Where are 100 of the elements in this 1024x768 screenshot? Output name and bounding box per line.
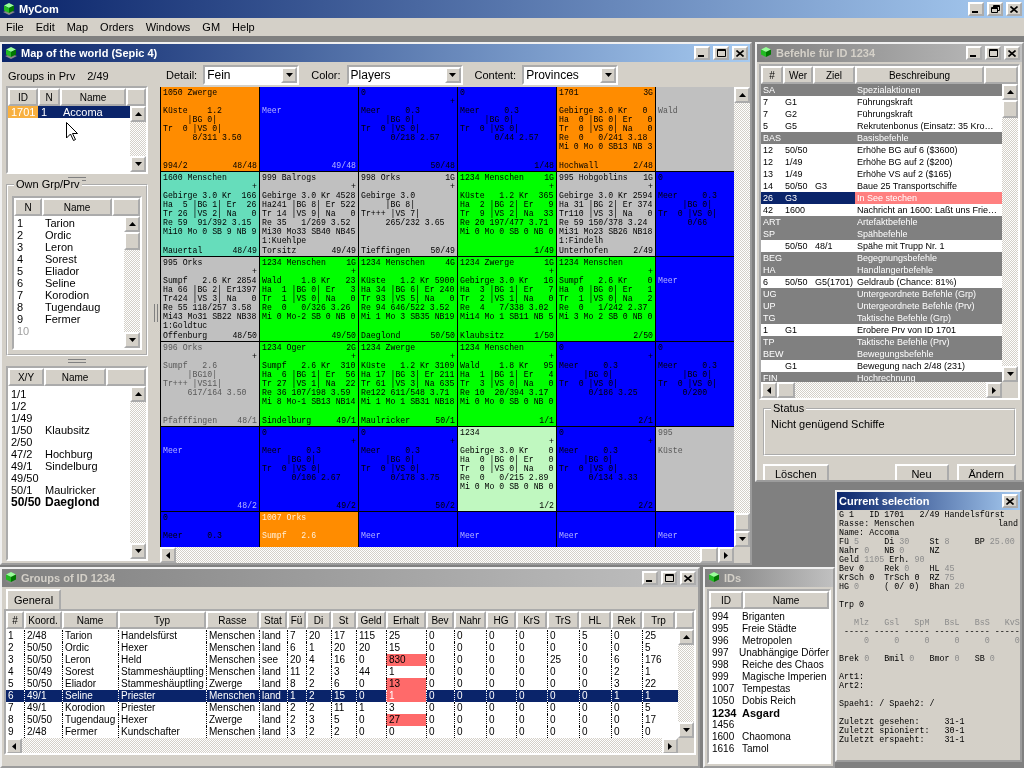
menu-item[interactable]: File — [0, 18, 30, 36]
map-tile[interactable]: Meer — [359, 512, 457, 547]
map-tile[interactable]: 1701 3G Gebirge 3.0 Kr 0 Ha 0 |BG 0| Er 0 Tr 0 |VS 0| Na 0 Re 0 0/241 3.18 Mi 0 Mo 0 SB13 NB 3 Hochwall 2/48 — [557, 87, 655, 171]
maximize-button[interactable] — [713, 46, 729, 60]
scroll-thumb[interactable] — [1002, 100, 1018, 118]
scroll-right-button[interactable] — [986, 382, 1002, 398]
column-header[interactable]: N — [38, 88, 60, 106]
table-cell[interactable]: 1/49 — [783, 168, 813, 180]
minimize-button[interactable] — [966, 46, 982, 60]
table-cell[interactable]: 26 — [761, 192, 783, 204]
map-tile[interactable]: Meer — [656, 512, 734, 547]
table-cell[interactable]: G2 — [783, 108, 813, 120]
tab[interactable]: General — [6, 589, 62, 609]
restore-button[interactable] — [987, 2, 1003, 16]
table-cell[interactable]: Nachricht an 1600: Laßt uns Frie… — [855, 204, 1002, 216]
table-cell[interactable]: G5 — [783, 120, 813, 132]
table-cell[interactable]: Erobere Prv von ID 1701 — [855, 324, 1002, 336]
map-tile[interactable]: 995 Orks + Sumpf 2.6 Kr 2854 Ha 66 |BG 2| Er1397 Tr424 |VS 3| Na 0 Re 55 118/257 3.58 Mi43 Mo31 SB22 NB38 1:Goldtuc Offenburg 48/50 — [161, 257, 259, 341]
map-tile[interactable]: 995 Küste — [656, 427, 734, 511]
close-button[interactable] — [680, 571, 696, 585]
column-header[interactable]: ID — [8, 88, 38, 106]
table-cell[interactable]: G1 — [783, 324, 813, 336]
scroll-up-button[interactable] — [124, 216, 140, 232]
map-tile[interactable]: 996 Orks + Sumpf 2.6 |BG10| Tr+++ |VS11| 617/164 3.50 Pfafffingen 48/1 — [161, 342, 259, 426]
scroll-thumb[interactable] — [700, 547, 718, 563]
table-cell[interactable]: 12 — [761, 156, 783, 168]
table-cell[interactable]: Erhöhe VS auf 2 ($165) — [855, 168, 1002, 180]
minimize-button[interactable] — [968, 2, 984, 16]
table-cell[interactable]: G5(1701) — [813, 276, 855, 288]
column-header[interactable]: Koord. — [24, 611, 62, 629]
table-cell[interactable]: Geldraub (Chance: 81%) — [855, 276, 1002, 288]
minimize-button[interactable] — [694, 46, 710, 60]
close-button[interactable] — [1004, 46, 1020, 60]
scroll-right-button[interactable] — [718, 547, 734, 563]
maximize-button[interactable] — [985, 46, 1001, 60]
table-cell[interactable]: Führungskraft — [855, 108, 1002, 120]
list-row[interactable]: 1701 1 Accoma — [8, 106, 130, 118]
scroll-down-button[interactable] — [130, 156, 146, 172]
scroll-left-button[interactable] — [160, 547, 176, 563]
column-header[interactable]: Rasse — [206, 611, 259, 629]
scroll-up-button[interactable] — [1002, 84, 1018, 100]
map-tile[interactable]: Wald — [656, 87, 734, 171]
column-header[interactable]: KrS — [516, 611, 547, 629]
column-header[interactable]: St — [331, 611, 356, 629]
table-cell[interactable]: 42 — [761, 204, 783, 216]
map-tile[interactable]: 1234 Menschen + Wald 1.8 Kr 95 Ha 1 |BG 1| Er 4 Tr 3 |VS 0| Na 0 Re 10 20/394 3.17 Mi 0 Mo 0 SB 0 NB 0 1/1 — [458, 342, 556, 426]
menu-item[interactable]: Help — [226, 18, 261, 36]
map-tile[interactable]: 995 Hobgoblins 1G + Gebirge 3.0 Kr 2594 Ha 31 |BG 2| Er 374 Tr110 |VS 3| Na 0 Re 59 150/378 3.24 Mi31 Mo23 SB26 NB18 1:Findelh Unterhofen 2/49 — [557, 172, 655, 256]
map-tile[interactable]: 1234 Zwerge + Küste 1.2 Kr 3109 Ha 17 |BG 3| Er 211 Tr 61 |VS 3| Na 635 Re122 611/548 3.71 Mi 1 Mo 1 SB31 NB18 Maulricker 50/1 — [359, 342, 457, 426]
table-row[interactable]: 8 50/50 Tugendaug Hexer Zwerge land 2 3 5 0 27 0 0 0 0 0 0 0 17 — [6, 714, 678, 726]
close-button[interactable] — [1006, 2, 1022, 16]
table-cell[interactable]: 12 — [761, 144, 783, 156]
map-tile[interactable]: 998 Orks 1G + Gebirge 3.0 |BG 8| Tr+++ |VS 7| 265/232 3.65 Tieffingen 50/49 — [359, 172, 457, 256]
column-header[interactable]: Erhalt — [386, 611, 426, 629]
scroll-thumb[interactable] — [734, 513, 750, 531]
column-header[interactable]: Ziel — [813, 66, 855, 84]
table-cell[interactable]: 5 — [761, 120, 783, 132]
table-cell[interactable]: Bewegung nach 2/48 (231) — [855, 360, 1002, 372]
scroll-thumb[interactable] — [124, 232, 140, 250]
column-header[interactable]: Di — [306, 611, 331, 629]
scroll-up-button[interactable] — [130, 106, 146, 122]
title-bar[interactable]: Current selection — [837, 492, 1020, 510]
scroll-left-button[interactable] — [6, 738, 22, 753]
column-header[interactable]: HL — [579, 611, 611, 629]
column-header[interactable]: Rek — [611, 611, 642, 629]
dropdown[interactable]: Players — [346, 64, 463, 85]
table-cell[interactable]: G3 — [783, 192, 813, 204]
column-header[interactable]: Name — [743, 591, 829, 609]
map-tile[interactable]: Meer — [656, 257, 734, 341]
title-bar[interactable]: Map of the world (Sepic 4) — [2, 44, 750, 62]
scroll-right-button[interactable] — [662, 738, 678, 753]
table-cell[interactable]: 50/50 — [783, 240, 813, 252]
column-header[interactable]: Fü — [287, 611, 306, 629]
table-cell[interactable]: 6 — [761, 276, 783, 288]
column-header[interactable]: HG — [486, 611, 516, 629]
column-header[interactable]: Name — [62, 611, 118, 629]
table-cell[interactable]: 50/50 — [783, 180, 813, 192]
table-cell[interactable]: 7 — [761, 108, 783, 120]
table-cell[interactable]: 48/1 — [813, 240, 855, 252]
scroll-down-button[interactable] — [130, 543, 146, 559]
column-header[interactable]: # — [6, 611, 24, 629]
column-header[interactable]: Bev — [426, 611, 454, 629]
table-cell[interactable]: 1/49 — [783, 156, 813, 168]
table-cell[interactable]: G3 — [813, 180, 855, 192]
maximize-button[interactable] — [661, 571, 677, 585]
column-header[interactable]: Trp — [642, 611, 675, 629]
scroll-down-button[interactable] — [734, 531, 750, 547]
table-cell[interactable]: 50/50 — [783, 276, 813, 288]
menu-item[interactable]: Windows — [139, 18, 197, 36]
column-header[interactable]: Name — [44, 368, 106, 386]
column-header[interactable]: # — [761, 66, 783, 84]
map-tile[interactable]: Meer 49/48 — [260, 87, 358, 171]
column-header[interactable]: N — [14, 198, 42, 216]
menu-item[interactable]: GM — [196, 18, 227, 36]
column-header[interactable]: X/Y — [8, 368, 44, 386]
table-cell[interactable]: 1600 — [783, 204, 813, 216]
menu-item[interactable]: Map — [60, 18, 95, 36]
map-tile[interactable]: Meer — [458, 512, 556, 547]
scroll-up-button[interactable] — [734, 87, 750, 103]
map-tile[interactable]: 1234 Menschen 1G + Wald 1.8 Kr 23 Ha 1 |BG 0| Er 3 Tr 1 |VS 0| Na 0 Re 0 0/326 3.26 Mi 0 Mo-2 SB 0 NB 0 49/50 — [260, 257, 358, 341]
